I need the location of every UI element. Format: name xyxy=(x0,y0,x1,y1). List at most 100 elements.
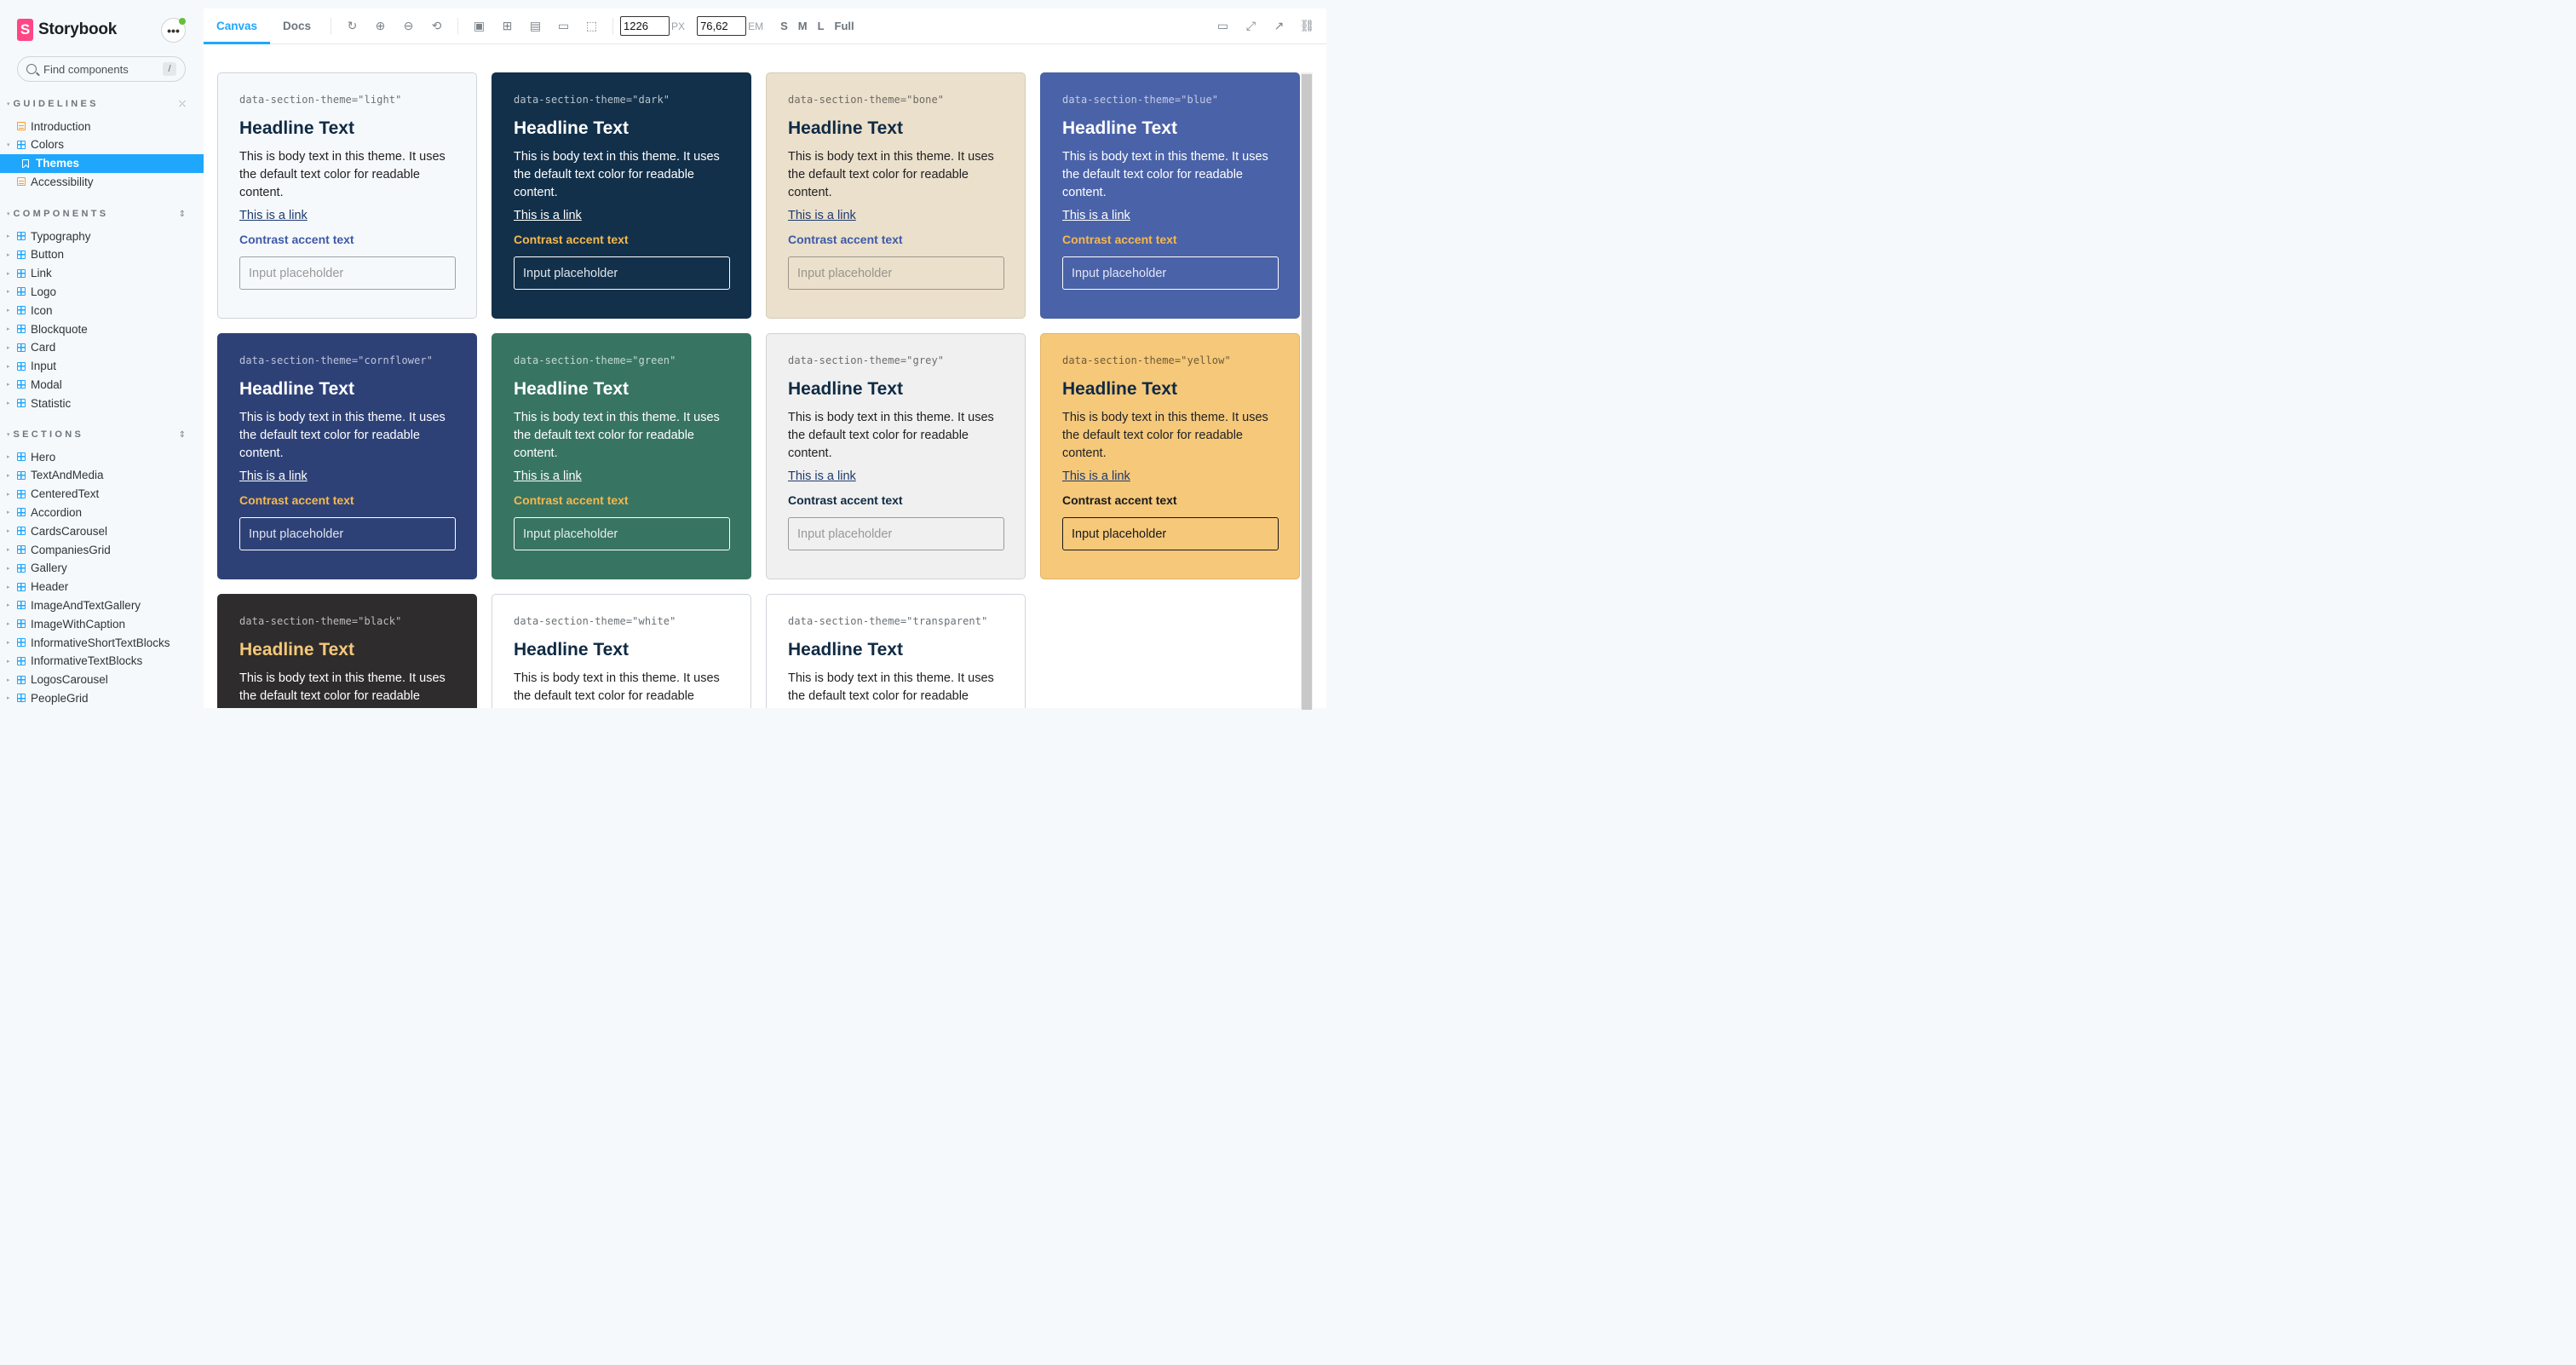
sidebar-item-blockquote[interactable]: ▸ Blockquote xyxy=(0,320,204,338)
sidebar-group-guidelines[interactable]: ▾ GUIDELINES ⤫ xyxy=(7,99,186,109)
background-icon[interactable]: ▣ xyxy=(465,9,493,44)
sidebar-item-logoscarousel[interactable]: ▸ LogosCarousel xyxy=(0,671,204,689)
viewport-icon[interactable]: ▤ xyxy=(521,9,549,44)
sidebar-item-label: Themes xyxy=(36,157,80,170)
sidebar-group-components[interactable]: ▾ COMPONENTS ⇕ xyxy=(7,209,186,219)
sidebar-item-icon[interactable]: ▸ Icon xyxy=(0,301,204,320)
toolbar: Canvas Docs ↻ ⊕ ⊖ ⟲ ▣ ⊞ ▤ ▭ ⬚ PX EM S M … xyxy=(204,9,1326,44)
card-link[interactable]: This is a link xyxy=(514,209,582,222)
canvas-scrollbar[interactable] xyxy=(1301,72,1313,710)
fullscreen-icon[interactable]: ⤢ xyxy=(1237,9,1265,44)
sidebar-item-header[interactable]: ▸ Header xyxy=(0,578,204,596)
viewport-l-button[interactable]: L xyxy=(818,20,825,32)
card-link[interactable]: This is a link xyxy=(239,469,308,483)
copy-link-icon[interactable]: ⛓ xyxy=(1293,9,1321,44)
sidebar-item-logo[interactable]: ▸ Logo xyxy=(0,282,204,301)
component-icon xyxy=(17,399,26,408)
theme-attribute-label: data-section-theme="bone" xyxy=(788,94,945,106)
component-icon xyxy=(17,489,26,498)
card-link[interactable]: This is a link xyxy=(1062,209,1130,222)
card-link[interactable]: This is a link xyxy=(788,469,856,483)
sidebar-item-gallery[interactable]: ▸ Gallery xyxy=(0,559,204,578)
open-new-tab-icon[interactable]: ↗ xyxy=(1265,9,1293,44)
card-headline: Headline Text xyxy=(514,118,629,138)
viewport-m-button[interactable]: M xyxy=(798,20,808,32)
chevron-down-icon: ▾ xyxy=(7,141,10,148)
collapse-all-icon[interactable]: ⤫ xyxy=(179,100,186,109)
viewport-s-button[interactable]: S xyxy=(780,20,788,32)
tab-docs[interactable]: Docs xyxy=(270,9,324,44)
outline-icon[interactable]: ⬚ xyxy=(578,9,606,44)
card-headline: Headline Text xyxy=(788,640,903,659)
sidebar-item-introduction[interactable]: Introduction xyxy=(0,117,204,135)
component-icon xyxy=(17,380,26,389)
card-input[interactable] xyxy=(514,517,730,550)
grid-icon[interactable]: ⊞ xyxy=(493,9,521,44)
search-input[interactable] xyxy=(43,62,163,76)
card-link[interactable]: This is a link xyxy=(514,469,582,483)
sidebar-group-sections[interactable]: ▾ SECTIONS ⇕ xyxy=(7,429,186,440)
card-link[interactable]: This is a link xyxy=(1062,469,1130,483)
sidebar-item-informativeshorttextblocks[interactable]: ▸ InformativeShortTextBlocks xyxy=(0,633,204,652)
scrollbar-thumb[interactable] xyxy=(1302,74,1312,710)
theme-card: data-section-theme="blue" Headline Text Th… xyxy=(1040,72,1300,319)
card-link[interactable]: This is a link xyxy=(239,209,308,222)
sidebar-item-button[interactable]: ▸ Button xyxy=(0,245,204,264)
sidebar-item-peoplegrid[interactable]: ▸ PeopleGrid xyxy=(0,688,204,707)
panel-toggle-icon[interactable]: ▭ xyxy=(1209,9,1237,44)
sidebar-item-link[interactable]: ▸ Link xyxy=(0,264,204,283)
sidebar-item-accordion[interactable]: ▸ Accordion xyxy=(0,503,204,521)
sidebar-item-modal[interactable]: ▸ Modal xyxy=(0,375,204,394)
sidebar-item-label: Logo xyxy=(31,285,57,298)
zoom-reset-icon[interactable]: ⟲ xyxy=(423,9,451,44)
search-box[interactable]: / xyxy=(17,56,186,82)
card-input[interactable] xyxy=(1062,517,1279,550)
bookmark-icon xyxy=(22,158,29,168)
tab-canvas[interactable]: Canvas xyxy=(204,9,271,44)
expand-all-icon[interactable]: ⇕ xyxy=(179,430,186,440)
sidebar-item-themes[interactable]: Themes xyxy=(0,153,204,173)
expand-all-icon[interactable]: ⇕ xyxy=(179,210,186,219)
card-input[interactable] xyxy=(788,517,1004,550)
sidebar-item-typography[interactable]: ▸ Typography xyxy=(0,227,204,245)
card-input[interactable] xyxy=(1062,256,1279,290)
component-icon xyxy=(17,508,26,517)
component-icon xyxy=(17,361,26,371)
viewport-full-button[interactable]: Full xyxy=(835,20,854,32)
theme-card: data-section-theme="transparent" Headline… xyxy=(766,594,1026,708)
sidebar-item-centeredtext[interactable]: ▸ CenteredText xyxy=(0,485,204,504)
sidebar-item-cardscarousel[interactable]: ▸ CardsCarousel xyxy=(0,521,204,540)
height-input[interactable] xyxy=(697,16,747,36)
sidebar-group-title: SECTIONS xyxy=(13,429,84,440)
chevron-right-icon: ▸ xyxy=(7,565,10,572)
zoom-in-icon[interactable]: ⊕ xyxy=(366,9,394,44)
sidebar-item-card[interactable]: ▸ Card xyxy=(0,338,204,357)
sidebar-item-input[interactable]: ▸ Input xyxy=(0,357,204,376)
brand[interactable]: S Storybook xyxy=(17,19,117,41)
sidebar-item-companiesgrid[interactable]: ▸ CompaniesGrid xyxy=(0,540,204,559)
theme-card: data-section-theme="yellow" Headline Text… xyxy=(1040,333,1300,579)
card-input[interactable] xyxy=(239,256,456,290)
chevron-right-icon: ▸ xyxy=(7,658,10,665)
theme-attribute-label: data-section-theme="green" xyxy=(514,354,676,366)
card-input[interactable] xyxy=(239,517,456,550)
update-indicator-dot xyxy=(179,18,186,25)
zoom-out-icon[interactable]: ⊖ xyxy=(394,9,423,44)
reload-icon[interactable]: ↻ xyxy=(338,9,366,44)
more-options-button[interactable]: ••• xyxy=(161,18,186,43)
sidebar-item-label: CompaniesGrid xyxy=(31,543,111,556)
sidebar-item-hero[interactable]: ▸ Hero xyxy=(0,447,204,466)
width-input[interactable] xyxy=(620,16,670,36)
sidebar-item-accessibility[interactable]: Accessibility xyxy=(0,172,204,191)
card-input[interactable] xyxy=(788,256,1004,290)
sidebar-item-imageandtextgallery[interactable]: ▸ ImageAndTextGallery xyxy=(0,596,204,614)
sidebar-item-textandmedia[interactable]: ▸ TextAndMedia xyxy=(0,466,204,485)
card-input[interactable] xyxy=(514,256,730,290)
card-link[interactable]: This is a link xyxy=(788,209,856,222)
measure-icon[interactable]: ▭ xyxy=(549,9,578,44)
sidebar-item-label: Typography xyxy=(31,229,91,243)
sidebar-item-statistic[interactable]: ▸ Statistic xyxy=(0,394,204,412)
sidebar-item-colors[interactable]: ▾ Colors xyxy=(0,135,204,154)
sidebar-item-imagewithcaption[interactable]: ▸ ImageWithCaption xyxy=(0,614,204,633)
sidebar-item-informativetextblocks[interactable]: ▸ InformativeTextBlocks xyxy=(0,652,204,671)
